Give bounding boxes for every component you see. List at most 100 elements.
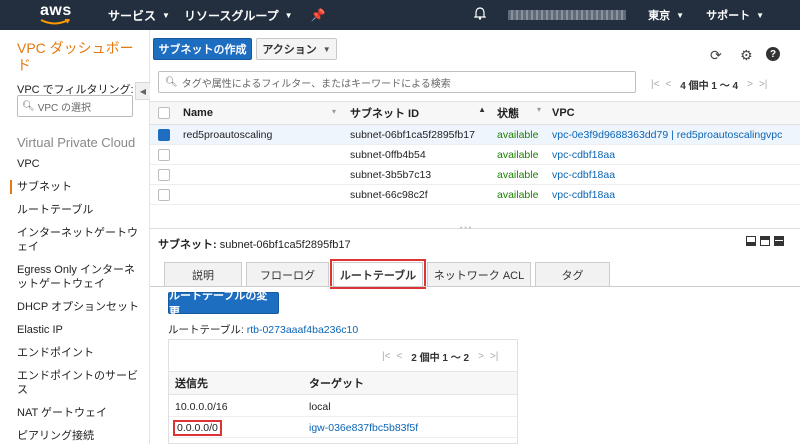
column-header-state[interactable]: 状態 ▾ — [492, 105, 547, 121]
last-page-icon[interactable]: >| — [490, 351, 498, 362]
route-destination: 0.0.0.0/0 — [173, 419, 222, 436]
sidebar-item-subnets[interactable]: サブネット — [10, 180, 142, 194]
logo-text: aws — [40, 2, 72, 19]
row-checkbox[interactable] — [157, 188, 170, 201]
cell-subnet-id: subnet-0ffb4b54 — [350, 148, 426, 161]
support-label: サポート — [706, 10, 751, 22]
subnets-table: Name ▾ サブネット ID ▲ 状態 ▾ VPC red5proautoscali… — [150, 101, 800, 205]
sidebar-item-internet-gateways[interactable]: インターネットゲートウェイ — [17, 226, 142, 254]
first-page-icon[interactable]: |< — [651, 79, 659, 90]
detail-tabs: 説明 フローログ ルートテーブル ネットワーク ACL タグ — [164, 259, 614, 289]
vpc-select[interactable]: 🔍︎ VPC の選択 — [17, 95, 133, 117]
row-checkbox[interactable] — [157, 128, 170, 141]
column-vpc-label: VPC — [552, 107, 575, 119]
column-header-subnet-id[interactable]: サブネット ID ▲ — [342, 105, 492, 121]
grip-icon: • • • — [460, 225, 472, 232]
prev-page-icon[interactable]: < — [665, 79, 671, 90]
tab-network-acl[interactable]: ネットワーク ACL — [427, 262, 531, 286]
next-page-icon[interactable]: > — [478, 351, 484, 362]
prev-page-icon[interactable]: < — [396, 351, 402, 362]
support-menu[interactable]: サポート ▼ — [706, 7, 764, 23]
route-table-link[interactable]: rtb-0273aaaf4ba236c10 — [247, 324, 359, 336]
column-header-vpc[interactable]: VPC — [547, 107, 800, 119]
refresh-icon[interactable]: ⟳ — [710, 47, 722, 64]
table-row[interactable]: red5proautoscaling subnet-06bf1ca5f2895f… — [150, 125, 800, 145]
resource-groups-label: リソースグループ — [183, 8, 279, 23]
table-row[interactable]: subnet-3b5b7c13 available vpc-cdbf18aa — [150, 165, 800, 185]
sidebar-item-route-tables[interactable]: ルートテーブル — [17, 203, 142, 217]
sidebar-item-endpoints[interactable]: エンドポイント — [17, 346, 142, 360]
column-name-label: Name — [183, 107, 213, 119]
sidebar-item-elastic-ip[interactable]: Elastic IP — [17, 323, 142, 337]
chevron-down-icon: ▼ — [162, 10, 170, 20]
services-menu[interactable]: サービス ▼ — [108, 7, 170, 24]
first-page-icon[interactable]: |< — [382, 351, 390, 362]
column-subnet-label: サブネット ID — [350, 108, 420, 120]
search-placeholder: タグや属性によるフィルター、またはキーワードによる検索 — [181, 78, 451, 90]
sidebar-title[interactable]: VPC ダッシュボード — [17, 40, 137, 74]
search-input[interactable]: 🔍︎ タグや属性によるフィルター、またはキーワードによる検索 — [158, 71, 636, 93]
route-target-link[interactable]: igw-036e837fbc5b83f5f — [309, 422, 418, 434]
split-resize-handle[interactable]: • • • — [150, 225, 800, 232]
routes-pager: |< < 2 個中 1 ～ 2 > >| — [379, 349, 501, 364]
detail-title: サブネット: subnet-06bf1ca5f2895fb17 — [158, 236, 351, 252]
search-icon: 🔍︎ — [165, 76, 178, 88]
layout-full-icon[interactable] — [774, 236, 784, 246]
column-header-name[interactable]: Name ▾ — [177, 107, 342, 119]
cell-state: available — [497, 188, 539, 201]
detail-label: サブネット: — [158, 239, 217, 251]
sort-icon: ▾ — [331, 107, 336, 116]
tab-route-table[interactable]: ルートテーブル — [330, 259, 426, 289]
panel-layout-toggles — [746, 236, 784, 246]
account-menu[interactable] — [508, 10, 627, 20]
sidebar-item-dhcp-options[interactable]: DHCP オプションセット — [17, 300, 142, 314]
resource-groups-menu[interactable]: リソースグループ ▼ — [184, 7, 293, 24]
pin-icon[interactable]: 📌 — [311, 8, 326, 22]
help-icon[interactable]: ? — [766, 47, 780, 61]
layout-bottom-icon[interactable] — [746, 236, 756, 246]
next-page-icon[interactable]: > — [747, 79, 753, 90]
sidebar-nav: VPC サブネット ルートテーブル インターネットゲートウェイ Egress O… — [10, 157, 142, 443]
tab-description[interactable]: 説明 — [164, 262, 242, 286]
chevron-down-icon: ▼ — [284, 10, 293, 20]
region-menu[interactable]: 東京 ▼ — [648, 7, 684, 23]
sidebar-section-heading: Virtual Private Cloud — [17, 135, 136, 150]
chevron-left-icon: ◀ — [139, 86, 147, 96]
change-route-table-button[interactable]: ルートテーブルの変更 — [168, 290, 279, 318]
aws-logo[interactable]: aws — [36, 0, 88, 30]
chevron-down-icon: ▼ — [756, 10, 764, 20]
table-row[interactable]: subnet-0ffb4b54 available vpc-cdbf18aa — [150, 145, 800, 165]
cell-state: available — [497, 128, 539, 141]
table-row[interactable]: subnet-66c98c2f available vpc-cdbf18aa — [150, 185, 800, 205]
sidebar: VPC ダッシュボード VPC でフィルタリング: 🔍︎ VPC の選択 Vir… — [0, 30, 150, 444]
tab-tags[interactable]: タグ — [535, 262, 610, 286]
vpc-select-placeholder: VPC の選択 — [37, 102, 92, 114]
sidebar-item-nat-gateways[interactable]: NAT ゲートウェイ — [17, 406, 142, 420]
cell-state: available — [497, 148, 539, 161]
sidebar-item-peering[interactable]: ピアリング接続 — [17, 429, 142, 443]
row-checkbox[interactable] — [157, 168, 170, 181]
sidebar-item-egress-only-gateways[interactable]: Egress Only インターネットゲートウェイ — [17, 263, 142, 291]
actions-button[interactable]: アクション ▼ — [256, 38, 337, 60]
create-subnet-button[interactable]: サブネットの作成 — [153, 38, 252, 60]
gear-icon[interactable]: ⚙ — [740, 47, 753, 64]
route-row: 10.0.0.0/16 local — [169, 397, 517, 417]
last-page-icon[interactable]: >| — [759, 79, 767, 90]
select-all-checkbox[interactable] — [157, 107, 170, 119]
cell-vpc-link[interactable]: vpc-cdbf18aa — [547, 169, 800, 181]
sidebar-collapse-button[interactable]: ◀ — [135, 82, 150, 100]
sidebar-item-endpoint-services[interactable]: エンドポイントのサービス — [17, 369, 142, 397]
cell-vpc-link[interactable]: vpc-cdbf18aa — [547, 189, 800, 201]
column-header-target: ターゲット — [309, 378, 364, 390]
sidebar-item-vpc[interactable]: VPC — [17, 157, 142, 171]
row-checkbox[interactable] — [157, 148, 170, 161]
sort-icon: ▾ — [536, 105, 541, 114]
cell-vpc-link[interactable]: vpc-cdbf18aa — [547, 149, 800, 161]
cell-vpc-link[interactable]: vpc-0e3f9d9688363dd79 | red5proautoscali… — [547, 129, 800, 141]
actions-label: アクション — [262, 44, 317, 56]
column-state-label: 状態 — [497, 108, 519, 120]
cell-subnet-id: subnet-66c98c2f — [350, 188, 428, 201]
tab-flow-logs[interactable]: フローログ — [246, 262, 329, 286]
bell-icon[interactable] — [473, 7, 487, 23]
layout-top-icon[interactable] — [760, 236, 770, 246]
